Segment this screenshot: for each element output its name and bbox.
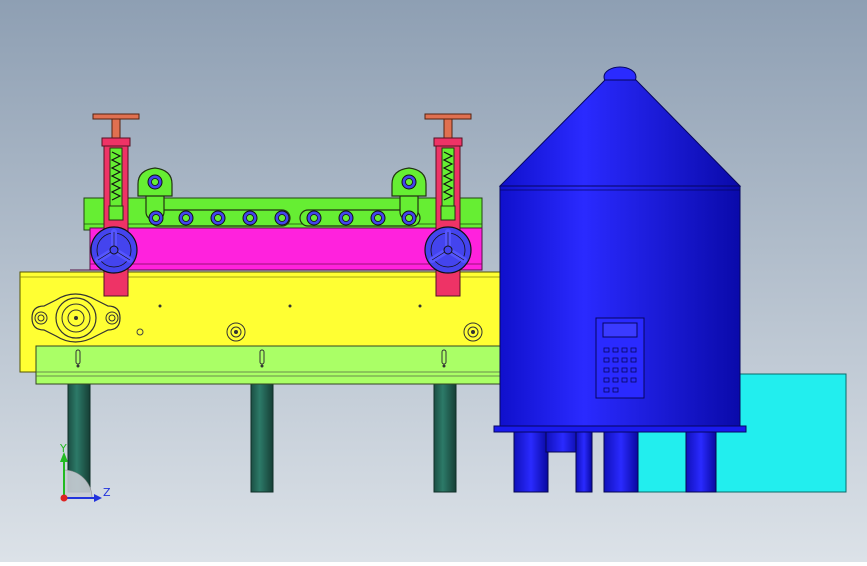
tank-leg [575,427,593,493]
bolt-hole [158,304,162,308]
slot [441,349,447,365]
handwheel-right [424,226,472,274]
bolt-hole [418,304,422,308]
z-axis-label: Z [103,486,111,499]
bolt-hole [136,328,144,336]
tank-leg [513,427,549,493]
x-axis-point [60,494,68,502]
tank-leg [685,427,717,493]
leg [433,381,457,493]
green-plate [35,345,503,385]
cad-model-drawing: Y Z [0,0,867,562]
bushing [463,322,483,342]
leg [250,381,274,493]
tank-legs [513,427,717,493]
y-axis-label: Y [59,442,67,455]
cad-viewport[interactable]: Y Z [0,0,867,562]
bolt-hole [288,304,292,308]
slot [75,349,81,365]
tank-leg [603,427,639,493]
handwheel-left [90,226,138,274]
control-panel [595,317,645,399]
slot [259,349,265,365]
lcd-display-icon [602,322,638,338]
bushing [226,322,246,342]
